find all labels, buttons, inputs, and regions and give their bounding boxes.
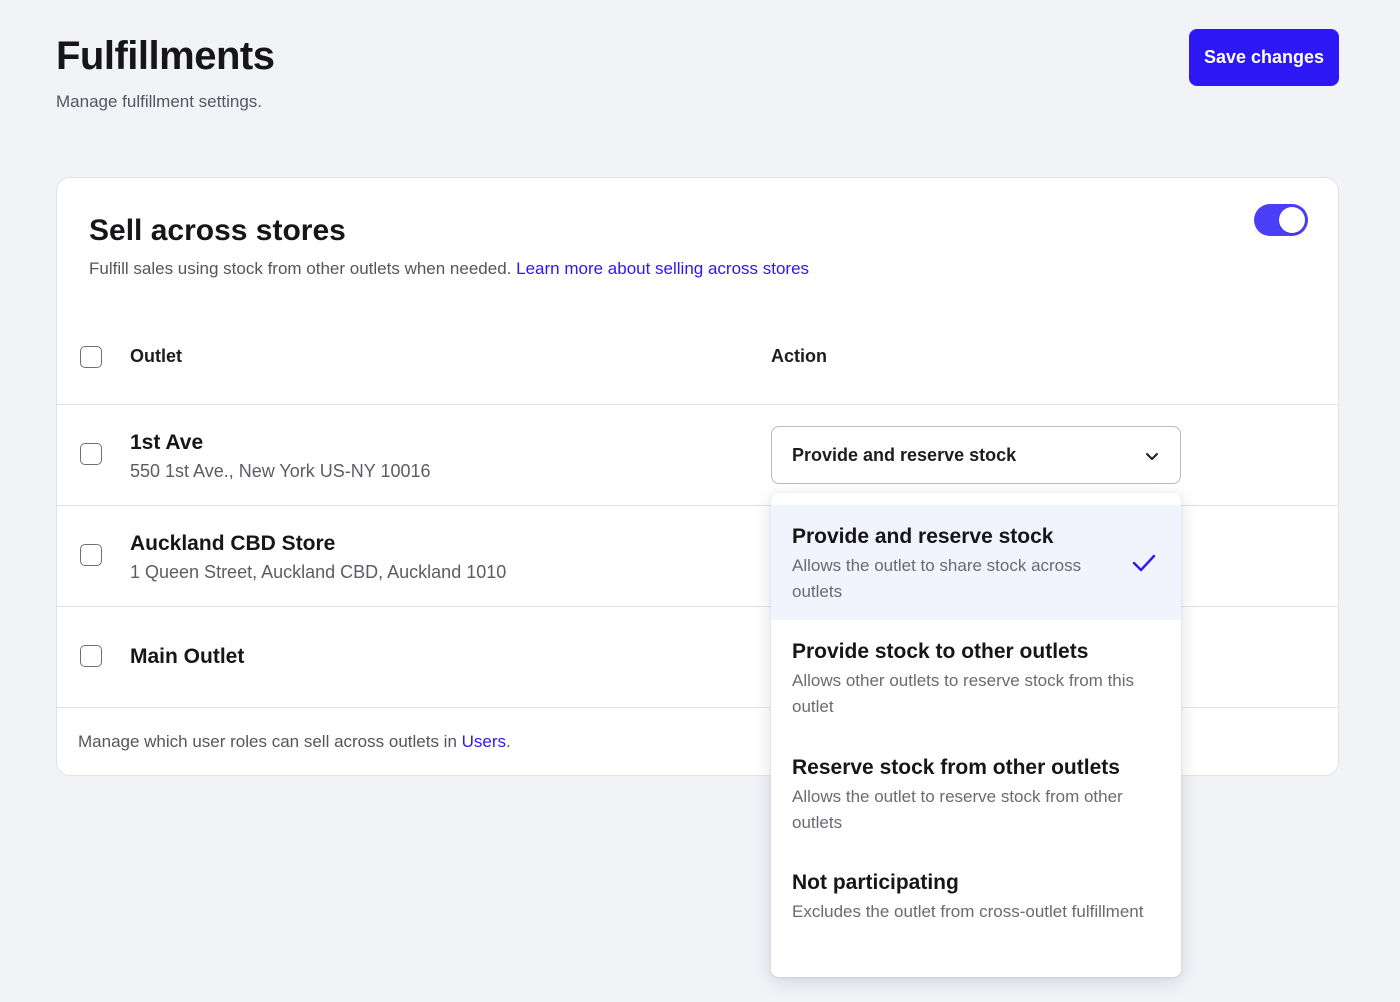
option-description: Allows other outlets to reserve stock fr…: [792, 671, 1135, 716]
save-changes-button[interactable]: Save changes: [1189, 29, 1339, 86]
users-link[interactable]: Users: [462, 732, 506, 751]
outlet-name: Auckland CBD Store: [130, 532, 336, 555]
outlet-name: Main Outlet: [130, 645, 245, 668]
row-checkbox-1st-ave[interactable]: [80, 443, 102, 465]
outlet-name: 1st Ave: [130, 431, 204, 454]
card-footer: Manage which user roles can sell across …: [78, 732, 511, 752]
row-checkbox-main-outlet[interactable]: [80, 645, 102, 667]
table-divider: [57, 404, 1338, 405]
footer-suffix: .: [506, 732, 511, 751]
card-title: Sell across stores: [89, 214, 346, 247]
option-title: Not participating: [792, 871, 959, 894]
action-select[interactable]: Provide and reserve stock: [771, 426, 1181, 484]
dropdown-option-provide-stock[interactable]: Provide stock to other outlets Allows ot…: [771, 620, 1181, 735]
card-description-text: Fulfill sales using stock from other out…: [89, 259, 512, 278]
chevron-down-icon: [1146, 453, 1158, 460]
option-description: Allows the outlet to share stock across …: [792, 556, 1082, 601]
dropdown-option-reserve-stock[interactable]: Reserve stock from other outlets Allows …: [771, 736, 1181, 851]
action-select-value: Provide and reserve stock: [792, 445, 1017, 465]
toggle-knob: [1279, 207, 1305, 233]
checkmark-icon: [1132, 554, 1156, 572]
outlet-address: 550 1st Ave., New York US-NY 10016: [130, 461, 431, 481]
footer-text: Manage which user roles can sell across …: [78, 732, 457, 751]
learn-more-link[interactable]: Learn more about selling across stores: [516, 259, 809, 278]
option-description: Allows the outlet to reserve stock from …: [792, 787, 1123, 832]
action-dropdown-menu: Provide and reserve stock Allows the out…: [771, 493, 1181, 977]
outlet-column-header: Outlet: [130, 346, 182, 366]
fulfillments-page: Fulfillments Manage fulfillment settings…: [0, 0, 1400, 1002]
page-title: Fulfillments: [56, 34, 275, 78]
card-description: Fulfill sales using stock from other out…: [89, 259, 809, 279]
outlet-address: 1 Queen Street, Auckland CBD, Auckland 1…: [130, 562, 507, 582]
dropdown-option-not-participating[interactable]: Not participating Excludes the outlet fr…: [771, 851, 1181, 966]
dropdown-option-provide-and-reserve[interactable]: Provide and reserve stock Allows the out…: [771, 505, 1181, 620]
sell-across-stores-toggle[interactable]: [1254, 204, 1308, 236]
row-checkbox-auckland-cbd-store[interactable]: [80, 544, 102, 566]
option-title: Reserve stock from other outlets: [792, 756, 1120, 779]
option-title: Provide stock to other outlets: [792, 640, 1089, 663]
action-column-header: Action: [771, 346, 827, 366]
page-subtitle: Manage fulfillment settings.: [56, 92, 262, 111]
option-description: Excludes the outlet from cross-outlet fu…: [792, 902, 1144, 921]
option-title: Provide and reserve stock: [792, 525, 1054, 548]
select-all-checkbox[interactable]: [80, 346, 102, 368]
